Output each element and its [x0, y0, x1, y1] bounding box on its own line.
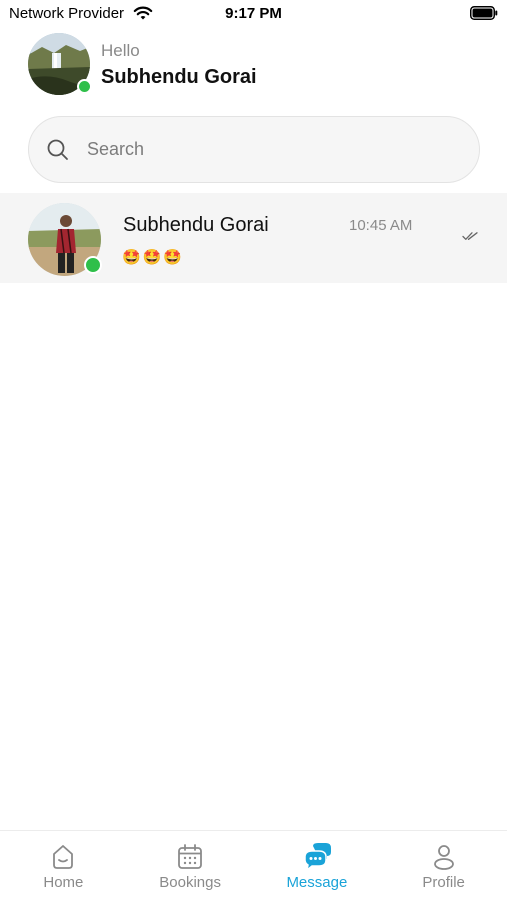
home-icon [53, 845, 74, 869]
greeting-text: Hello [101, 41, 140, 60]
user-name: Subhendu Gorai [101, 66, 257, 88]
chat-online-dot [84, 256, 102, 274]
status-time: 9:17 PM [225, 5, 282, 22]
tab-home-label: Home [43, 874, 84, 891]
calendar-icon [178, 844, 203, 869]
search-icon [47, 139, 68, 160]
chat-contact-name: Subhendu Gorai [123, 214, 269, 236]
battery-icon [470, 6, 498, 20]
tab-message[interactable]: Message [254, 831, 381, 900]
bottom-tab-bar: Home Bookings Message Profile [0, 830, 507, 900]
search-input[interactable] [87, 117, 457, 182]
tab-profile-label: Profile [422, 874, 465, 891]
profile-header: Hello Subhendu Gorai [28, 33, 478, 97]
chat-bubbles-icon [304, 843, 331, 872]
double-check-icon [462, 232, 478, 240]
tab-message-label: Message [286, 874, 348, 891]
status-bar: Network Provider 9:17 PM [0, 0, 507, 28]
person-icon [433, 845, 454, 870]
chat-timestamp: 10:45 AM [349, 217, 413, 234]
tab-profile[interactable]: Profile [380, 831, 507, 900]
search-bar[interactable] [28, 116, 480, 183]
tab-home[interactable]: Home [0, 831, 127, 900]
tab-bookings-label: Bookings [159, 874, 221, 891]
user-avatar[interactable] [28, 33, 92, 95]
chat-avatar [28, 203, 102, 276]
chat-message-preview: 🤩🤩🤩 [122, 249, 185, 266]
tab-bookings[interactable]: Bookings [127, 831, 254, 900]
online-status-dot [77, 79, 92, 94]
chat-list-item[interactable]: Subhendu Gorai 10:45 AM 🤩🤩🤩 [0, 193, 507, 283]
